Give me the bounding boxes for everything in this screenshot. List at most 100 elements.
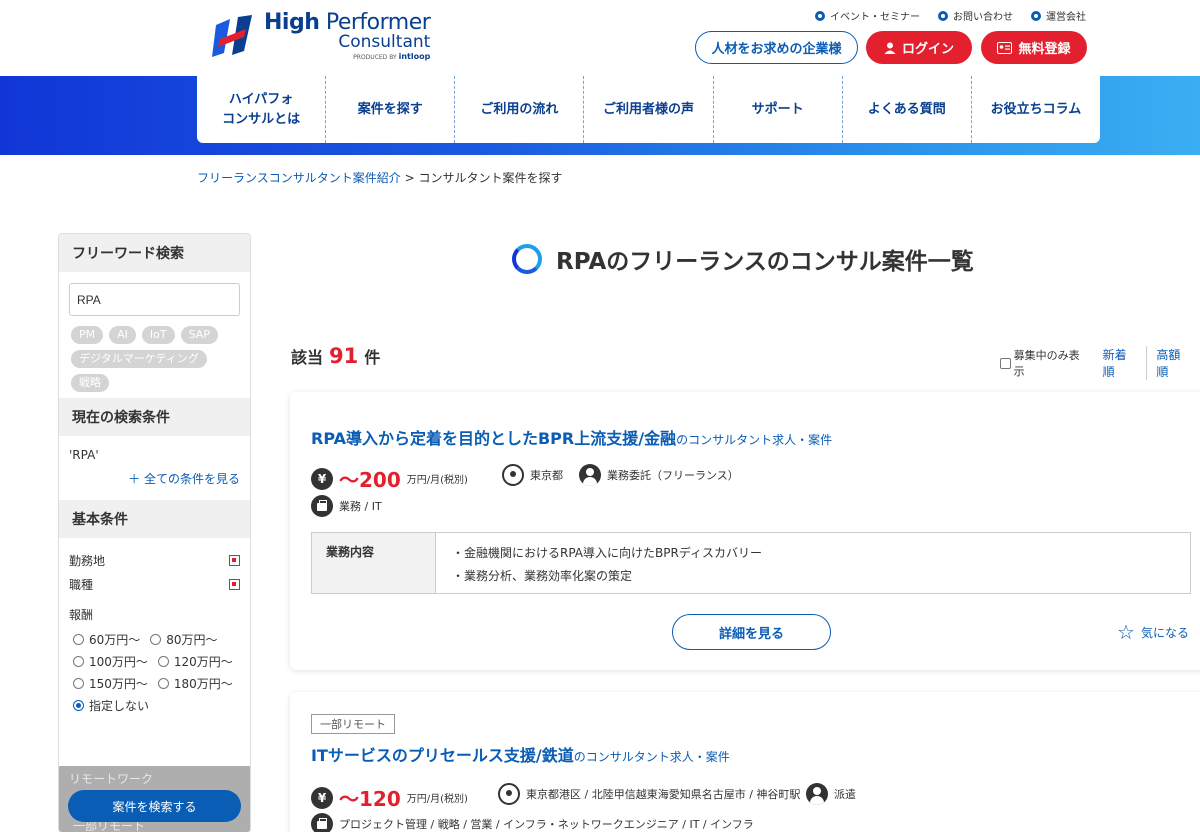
see-all-conditions-link[interactable]: ＋ 全ての条件を見る (69, 470, 240, 487)
radio-selected-icon (73, 699, 84, 711)
nav-column[interactable]: お役立ちコラム (972, 76, 1100, 143)
job-contract: 派遣 (806, 783, 856, 805)
radio-icon (157, 655, 169, 667)
tag-strategy[interactable]: 戦略 (71, 374, 109, 392)
job-card: 一部リモート ITサービスのプリセールス支援/鉄道のコンサルタント求人・案件 ¥… (290, 692, 1200, 832)
tag-sap[interactable]: SAP (180, 326, 218, 344)
remote-work-label: リモートワーク (69, 772, 154, 786)
nav-about[interactable]: ハイパフォ コンサルとは (197, 76, 327, 143)
login-label: ログイン (901, 42, 954, 57)
logo-text-consultant: Consultant (338, 32, 431, 52)
job-price: ¥ 〜200 万円/月(税別) (311, 464, 468, 493)
duty-item: ・金融機関におけるRPA導入に向けたBPRディスカバリー (452, 546, 762, 560)
location-pin-icon (498, 783, 520, 805)
tag-pm[interactable]: PM (71, 326, 104, 344)
corporate-button[interactable]: 人材をお求めの企業様 (695, 31, 858, 64)
breadcrumb-home[interactable]: フリーランスコンサルタント案件紹介 (197, 171, 401, 185)
open-only-filter[interactable]: 募集中のみ表示 (1000, 347, 1088, 379)
ring-icon (512, 244, 542, 274)
tag-ai[interactable]: AI (109, 326, 136, 344)
view-details-button[interactable]: 詳細を見る (672, 614, 831, 650)
site-logo[interactable]: High Performer Consultant PRODUCED BY in… (210, 10, 431, 61)
user-icon (884, 42, 896, 54)
open-modal-icon (229, 578, 240, 590)
freeword-input[interactable] (69, 283, 240, 316)
bullet-icon (938, 10, 948, 21)
reward-option-120[interactable]: 120万円〜 (157, 653, 233, 670)
job-location: 東京都 (502, 464, 563, 486)
job-duties-table: 業務内容 ・金融機関におけるRPA導入に向けたBPRディスカバリー ・業務分析、… (311, 532, 1191, 594)
page-title-text: RPAのフリーランスのコンサル案件一覧 (556, 249, 974, 275)
job-title[interactable]: RPA導入から定着を目的としたBPR上流支援/金融のコンサルタント求人・案件 (311, 425, 832, 449)
nav-faq[interactable]: よくある質問 (843, 76, 972, 143)
tag-digital-marketing[interactable]: デジタルマーケティング (71, 350, 207, 368)
yen-icon: ¥ (311, 467, 333, 490)
reward-option-80[interactable]: 80万円〜 (150, 631, 218, 648)
logo-produced-by: PRODUCED BY (353, 54, 397, 61)
logo-mark-icon (212, 14, 252, 57)
duty-item: ・業務分析、業務効率化案の策定 (452, 569, 633, 583)
job-contract: 業務委託（フリーランス） (579, 464, 739, 486)
price-value: 〜120 (339, 787, 401, 811)
reward-option-unspecified[interactable]: 指定しない (73, 697, 149, 714)
bullet-icon (1031, 10, 1041, 21)
price-unit: 万円/月(税別) (406, 794, 468, 805)
duties-body: ・金融機関におけるRPA導入に向けたBPRディスカバリー ・業務分析、業務効率化… (436, 533, 778, 593)
radio-icon (73, 633, 84, 645)
job-location: 東京都港区 / 北陸甲信越東海愛知県名古屋市 / 神谷町駅 (498, 783, 800, 805)
job-category: 業務 / IT (311, 495, 382, 517)
nav-voices[interactable]: ご利用者様の声 (584, 76, 714, 143)
login-button[interactable]: ログイン (866, 31, 972, 64)
reward-label: 報酬 (69, 608, 94, 622)
tag-iot[interactable]: IoT (141, 326, 175, 344)
util-link-company[interactable]: 運営会社 (1031, 8, 1086, 23)
condition-location[interactable]: 勤務地 (59, 548, 250, 572)
price-unit: 万円/月(税別) (406, 475, 468, 486)
open-modal-icon (229, 554, 240, 566)
reward-option-100[interactable]: 100万円〜 (73, 653, 148, 670)
radio-icon (150, 633, 162, 645)
favorite-label: 気になる (1140, 625, 1189, 640)
util-link-events[interactable]: イベント・セミナー (815, 8, 920, 23)
duties-header: 業務内容 (312, 533, 436, 593)
nav-support[interactable]: サポート (714, 76, 843, 143)
basic-conditions-title: 基本条件 (59, 500, 250, 538)
reward-option-60[interactable]: 60万円〜 (73, 631, 140, 648)
freeword-title: フリーワード検索 (59, 234, 250, 272)
reward-option-150[interactable]: 150万円〜 (73, 675, 148, 692)
job-category: プロジェクト管理 / 戦略 / 営業 / インフラ・ネットワークエンジニア / … (311, 813, 754, 832)
count-prefix: 該当 (291, 348, 324, 367)
current-condition-value: 'RPA' (69, 448, 99, 462)
job-price: ¥ 〜120 万円/月(税別) (311, 783, 468, 812)
remote-badge: 一部リモート (311, 714, 395, 734)
sort-highest[interactable]: 高額順 (1146, 346, 1200, 380)
register-label: 無料登録 (1018, 42, 1071, 57)
job-title[interactable]: ITサービスのプリセールス支援/鉄道のコンサルタント求人・案件 (311, 742, 730, 766)
breadcrumb-current: コンサルタント案件を探す (418, 171, 563, 185)
reward-option-180[interactable]: 180万円〜 (157, 675, 233, 692)
nav-flow[interactable]: ご利用の流れ (455, 76, 585, 143)
page-title: RPAのフリーランスのコンサル案件一覧 (512, 242, 974, 276)
reward-options: 60万円〜 80万円〜 100万円〜 120万円〜 150万円〜 180万円〜 … (59, 624, 250, 716)
utility-links: イベント・セミナー お問い合わせ 運営会社 (815, 8, 1086, 23)
breadcrumb: フリーランスコンサルタント案件紹介 > コンサルタント案件を探す (197, 169, 563, 186)
util-link-contact[interactable]: お問い合わせ (938, 8, 1013, 23)
condition-job-type[interactable]: 職種 (59, 572, 250, 596)
location-pin-icon (502, 464, 524, 486)
person-icon (806, 783, 828, 805)
person-icon (579, 464, 601, 486)
count-number: 91 (329, 344, 359, 368)
current-conditions: 'RPA' ＋ 全ての条件を見る (59, 436, 250, 500)
favorite-button[interactable]: ☆ 気になる (1117, 622, 1189, 642)
logo-brand: intloop (398, 52, 431, 61)
logo-text-high: High (264, 10, 320, 35)
checkbox-icon (1000, 357, 1011, 369)
nav-find-jobs[interactable]: 案件を探す (326, 76, 456, 143)
radio-icon (157, 677, 169, 689)
count-suffix: 件 (364, 348, 381, 367)
briefcase-icon (311, 813, 333, 832)
sort-newest[interactable]: 新着順 (1103, 346, 1147, 380)
search-button[interactable]: 案件を検索する (68, 790, 241, 822)
radio-icon (73, 677, 84, 689)
register-button[interactable]: 無料登録 (981, 31, 1087, 64)
